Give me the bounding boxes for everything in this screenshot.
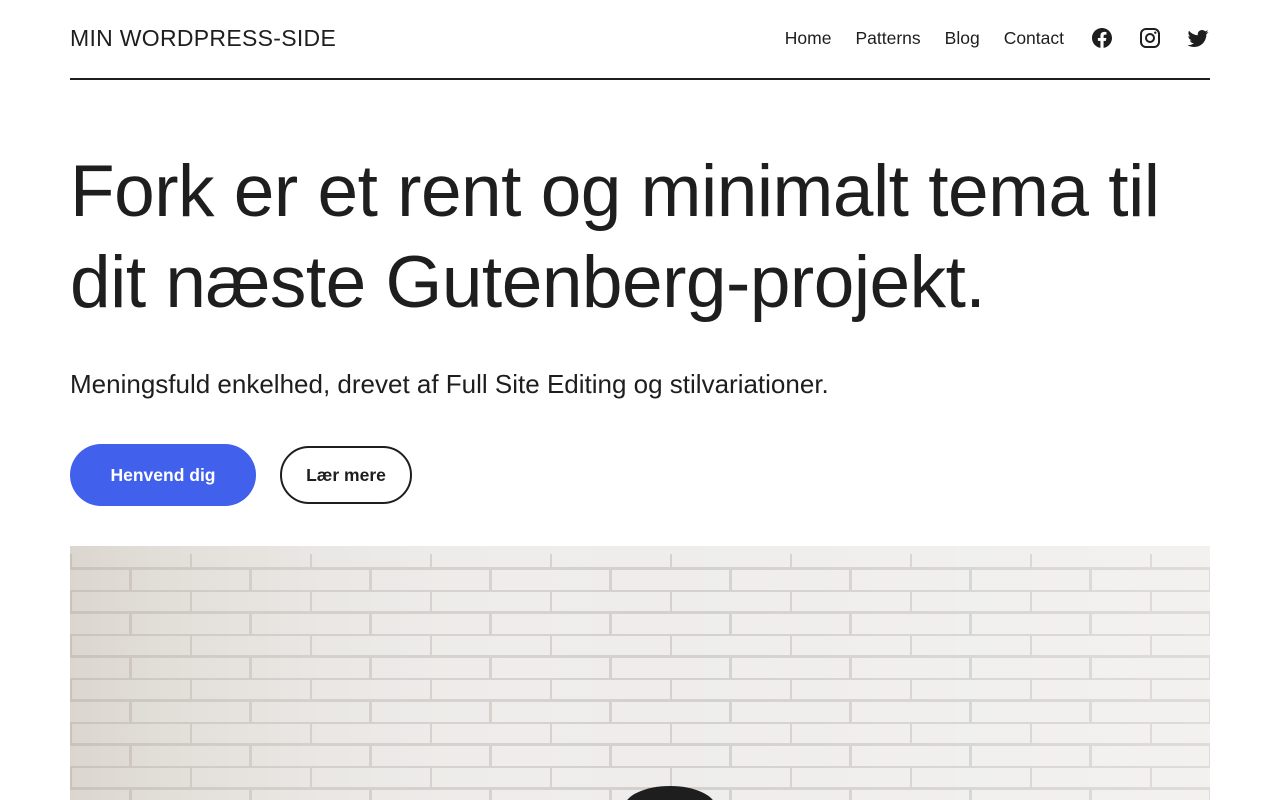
hero-image	[70, 546, 1210, 800]
twitter-icon[interactable]	[1186, 26, 1210, 50]
brick-wall-image	[70, 546, 1210, 800]
nav-link-blog[interactable]: Blog	[945, 28, 980, 49]
learn-more-button[interactable]: Lær mere	[280, 446, 412, 504]
site-header: MIN WORDPRESS-SIDE Home Patterns Blog Co…	[70, 0, 1210, 80]
nav-link-home[interactable]: Home	[785, 28, 832, 49]
facebook-icon[interactable]	[1090, 26, 1114, 50]
nav-link-patterns[interactable]: Patterns	[855, 28, 920, 49]
instagram-icon[interactable]	[1138, 26, 1162, 50]
hero-title: Fork er et rent og minimalt tema til dit…	[70, 151, 1160, 323]
social-links	[1090, 26, 1210, 50]
site-title-link[interactable]: MIN WORDPRESS-SIDE	[70, 25, 336, 52]
page: MIN WORDPRESS-SIDE Home Patterns Blog Co…	[0, 0, 1280, 800]
primary-navigation: Home Patterns Blog Contact	[785, 26, 1210, 50]
hero-subtitle: Meningsfuld enkelhed, drevet af Full Sit…	[70, 369, 829, 399]
contact-button[interactable]: Henvend dig	[70, 444, 256, 506]
nav-link-contact[interactable]: Contact	[1004, 28, 1064, 49]
